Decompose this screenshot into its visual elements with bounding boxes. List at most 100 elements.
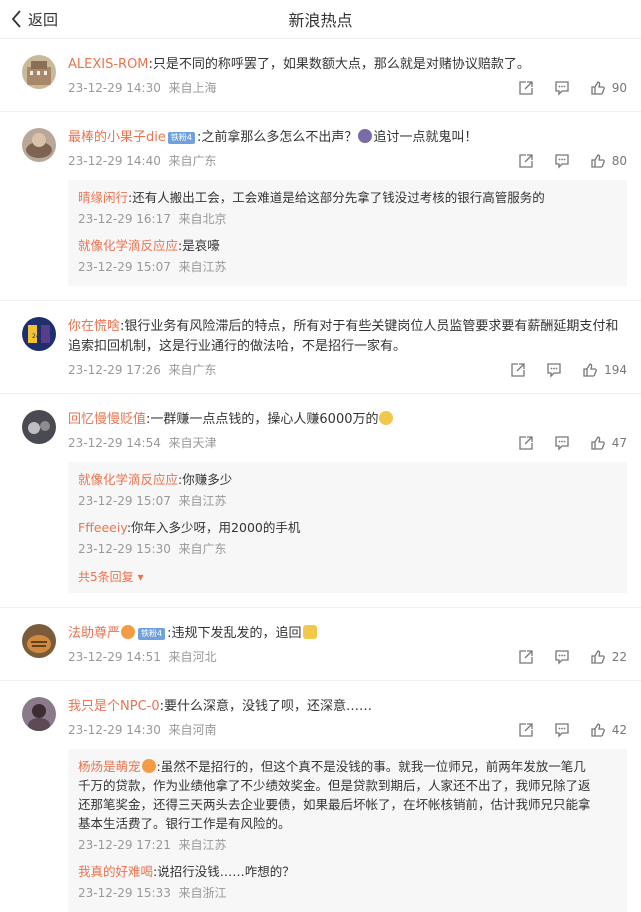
username-link[interactable]: 你在慌啥: [68, 319, 120, 334]
emoji-icon: [141, 759, 156, 773]
comment-body-cont: 追讨一点就鬼叫！: [373, 130, 478, 145]
thumbs-up-icon: [591, 650, 605, 664]
avatar[interactable]: 24: [22, 317, 56, 351]
caret-down-icon: ▾: [133, 570, 144, 584]
action-bar: 47: [498, 434, 627, 452]
like-count: 80: [611, 154, 627, 168]
like-button[interactable]: 80: [590, 152, 627, 170]
avatar[interactable]: [22, 128, 56, 162]
comment-button[interactable]: [554, 80, 570, 96]
reply-list: 晴缘闲行:还有人搬出工会，工会难道是给这部分先拿了钱没过考核的银行高管服务的 2…: [68, 180, 627, 286]
comment-meta: 23-12-29 17:26 来自广东 194: [68, 361, 627, 379]
fan-badge: 铁粉4: [138, 628, 166, 640]
username-link[interactable]: 就像化学滴反应应: [78, 238, 178, 253]
comment-meta: 23-12-29 14:51 来自河北 22: [68, 648, 627, 666]
timestamp: 23-12-29 17:21: [78, 838, 171, 852]
comment-button[interactable]: [554, 649, 570, 665]
reply-item: 晴缘闲行:还有人搬出工会，工会难道是给这部分先拿了钱没过考核的银行高管服务的 2…: [78, 184, 617, 232]
comment-text: 最棒的小果子die 铁粉4:之前拿那么多怎么不出声？ 追讨一点就鬼叫！: [68, 128, 627, 148]
share-button[interactable]: [510, 362, 526, 378]
reply-text: 就像化学滴反应应:你赚多少: [78, 470, 617, 489]
timestamp: 23-12-29 16:17: [78, 212, 171, 226]
comment-button[interactable]: [554, 435, 570, 451]
username-link[interactable]: ALEXIS-ROM: [68, 57, 149, 72]
fan-badge: 铁粉4: [167, 132, 195, 144]
reply-text: 晴缘闲行:还有人搬出工会，工会难道是给这部分先拿了钱没过考核的银行高管服务的: [78, 188, 617, 207]
reply-body: :你年入多少呀，用2000的手机: [126, 520, 301, 535]
username-link[interactable]: Fffeeeiy: [78, 520, 127, 535]
reply-list: 就像化学滴反应应:你赚多少 23-12-29 15:07 来自江苏 Fffeee…: [68, 462, 627, 593]
comment-meta: 23-12-29 14:30 来自上海 90: [68, 79, 627, 97]
action-bar: 194: [490, 361, 627, 379]
share-button[interactable]: [518, 435, 534, 451]
comment-icon: [555, 154, 569, 169]
comment-body: :只是不同的称呼罢了，如果数额大点，那么就是对赌协议赔款了。: [148, 57, 530, 72]
like-button[interactable]: 194: [582, 361, 627, 379]
reply-body: :还有人搬出工会，工会难道是给这部分先拿了钱没过考核的银行高管服务的: [128, 190, 545, 205]
share-button[interactable]: [518, 649, 534, 665]
reply-meta: 23-12-29 15:33 来自浙江: [78, 884, 617, 902]
thumbs-up-icon: [591, 154, 605, 168]
avatar[interactable]: [22, 55, 56, 89]
timestamp: 23-12-29 15:07: [78, 260, 171, 274]
comment-item: ALEXIS-ROM:只是不同的称呼罢了，如果数额大点，那么就是对赌协议赔款了。…: [0, 39, 641, 111]
comment-button[interactable]: [546, 362, 562, 378]
comment-item: 法助尊严 铁粉4:违规下发乱发的，追回 23-12-29 14:51 来自河北 2…: [0, 607, 641, 680]
timestamp: 23-12-29 15:07: [78, 494, 171, 508]
reply-meta: 23-12-29 16:17 来自北京: [78, 210, 617, 228]
share-icon: [519, 81, 533, 95]
timestamp: 23-12-29 17:26: [68, 363, 161, 377]
avatar[interactable]: [22, 410, 56, 444]
comment-icon: [555, 723, 569, 738]
more-replies-label: 共5条回复: [78, 570, 134, 584]
like-count: 42: [611, 723, 627, 737]
share-icon: [519, 723, 533, 737]
username-link[interactable]: 我真的好难喝: [78, 864, 153, 879]
username-link[interactable]: 法助尊严: [68, 626, 120, 641]
username-link[interactable]: 最棒的小果子die: [68, 130, 166, 145]
back-button[interactable]: 返回: [12, 0, 58, 38]
comment-item: 我只是个NPC-0:要什么深意，没钱了呗，还深意…… 23-12-29 14:3…: [0, 680, 641, 912]
comment-button[interactable]: [554, 153, 570, 169]
location: 来自浙江: [178, 886, 227, 900]
emoji-icon: [121, 625, 136, 639]
share-button[interactable]: [518, 722, 534, 738]
reply-body: :说招行没钱……咋想的？: [153, 864, 295, 879]
location: 来自天津: [168, 436, 217, 450]
like-count: 194: [604, 363, 627, 377]
reply-body-cont: 千万的贷款，作为业绩他拿了不少绩效奖金。但是贷款到期后，人家还不出了，我师兄除了…: [78, 778, 591, 793]
location: 来自河北: [168, 650, 217, 664]
reply-list: 杨炀是萌宠:虽然不是招行的，但这个真不是没钱的事。就我一位师兄，前两年发放一笔几…: [68, 749, 627, 912]
avatar[interactable]: [22, 697, 56, 731]
like-button[interactable]: 47: [590, 434, 627, 452]
comment-body: :违规下发乱发的，追回: [167, 626, 302, 641]
username-link[interactable]: 回忆慢慢贬值: [68, 412, 146, 427]
reply-body-cont: 还那笔奖金，还得三天两头去企业要债，如果最后坏帐了，在坏帐核销前，估计我师兄只能…: [78, 797, 591, 812]
username-link[interactable]: 晴缘闲行: [78, 190, 128, 205]
comment-text: ALEXIS-ROM:只是不同的称呼罢了，如果数额大点，那么就是对赌协议赔款了。: [68, 55, 627, 75]
comment-body: :之前拿那么多怎么不出声？: [196, 130, 358, 145]
share-button[interactable]: [518, 153, 534, 169]
location: 来自广东: [168, 363, 217, 377]
thumbs-up-icon: [591, 723, 605, 737]
reply-body: :你赚多少: [178, 472, 233, 487]
location: 来自江苏: [178, 260, 227, 274]
username-link[interactable]: 我只是个NPC-0: [68, 699, 160, 714]
share-icon: [519, 154, 533, 168]
like-button[interactable]: 42: [590, 721, 627, 739]
reply-item: 就像化学滴反应应:是哀嚎 23-12-29 15:07 来自江苏: [78, 232, 617, 280]
avatar[interactable]: [22, 624, 56, 658]
reply-item: Fffeeeiy:你年入多少呀，用2000的手机 23-12-29 15:30 …: [78, 514, 617, 562]
more-replies-link[interactable]: 共5条回复 ▾: [78, 562, 617, 587]
comment-button[interactable]: [554, 722, 570, 738]
share-button[interactable]: [518, 80, 534, 96]
reply-meta: 23-12-29 17:21 来自江苏: [78, 836, 617, 854]
timestamp: 23-12-29 14:40: [68, 154, 161, 168]
username-link[interactable]: 就像化学滴反应应: [78, 472, 178, 487]
like-button[interactable]: 90: [590, 79, 627, 97]
username-link[interactable]: 杨炀是萌宠: [78, 759, 141, 774]
like-button[interactable]: 22: [590, 648, 627, 666]
action-bar: 80: [498, 152, 627, 170]
timestamp: 23-12-29 14:51: [68, 650, 161, 664]
comment-text: 法助尊严 铁粉4:违规下发乱发的，追回: [68, 624, 627, 644]
